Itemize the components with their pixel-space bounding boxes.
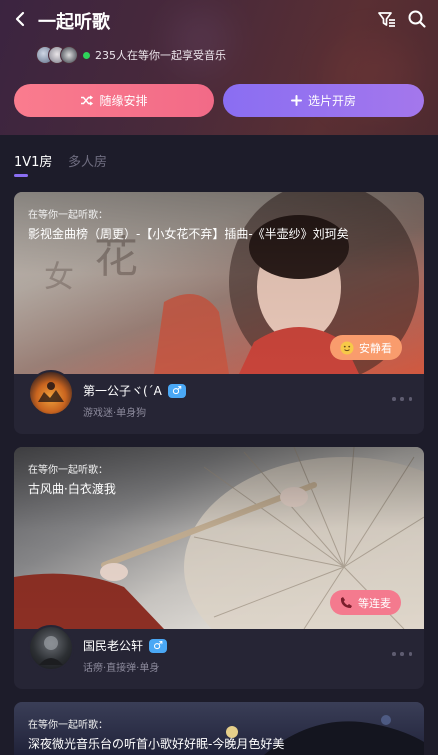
smile-emoji-icon [340,341,354,355]
room-card[interactable]: 在等你一起听歌： 古风曲·白衣渡我 等连麦 国民老公轩 ♂ 话痨·直接弹·单身 [14,447,424,689]
waiting-label: 在等你一起听歌： [28,210,108,221]
search-icon [408,10,426,28]
search-button[interactable] [406,8,428,30]
online-indicator [83,51,90,59]
waiting-label: 在等你一起听歌： [28,720,108,731]
host-tags: 游戏迷·单身狗 [83,408,147,419]
status-badge: 安静看 [330,335,402,360]
filter-icon [378,12,395,27]
top-bar: 一起听歌 [0,0,438,40]
song-title: 深夜微光音乐台の听首小歌好好眠-今晚月色好美 [28,737,285,751]
room-cover-image: 在等你一起听歌： 古风曲·白衣渡我 等连麦 [14,447,424,629]
plus-icon [290,95,302,106]
filter-button[interactable] [377,9,397,29]
avatar [60,46,78,64]
chevron-left-icon [15,11,25,27]
tab-1v1[interactable]: 1V1房 [14,151,52,170]
more-options-button[interactable] [392,649,412,659]
room-cover-image: 在等你一起听歌： 深夜微光音乐台の听首小歌好好眠-今晚月色好美 [14,702,424,755]
header-banner: 一起听歌 235人在等你一起享受音乐 随缘安排 选片开房 [0,0,438,135]
host-info: 国民老公轩 ♂ 话痨·直接弹·单身 [14,625,424,689]
avatar[interactable] [28,625,74,671]
host-tags: 话痨·直接弹·单身 [83,663,160,674]
room-card[interactable]: 在等你一起听歌： 深夜微光音乐台の听首小歌好好眠-今晚月色好美 [14,702,424,755]
listeners-count: 235人在等你一起享受音乐 [95,49,226,62]
room-card[interactable]: 花 女 在等你一起听歌： 影视金曲榜（周更）-【小女花不弃】插曲-《半壶纱》刘珂… [14,192,424,434]
more-options-button[interactable] [392,394,412,404]
more-dots-icon [392,652,396,656]
random-match-label: 随缘安排 [99,94,148,108]
back-button[interactable] [10,8,32,30]
song-title: 影视金曲榜（周更）-【小女花不弃】插曲-《半壶纱》刘珂矣 [28,227,349,241]
host-name: 第一公子ヾ(´A ♂ [83,382,186,399]
more-dots-icon [392,397,396,401]
status-badge: 等连麦 [330,590,401,615]
male-gender-icon: ♂ [149,638,168,653]
listener-avatars [36,46,80,64]
male-gender-icon: ♂ [167,383,186,398]
host-name: 国民老公轩 ♂ [83,637,168,654]
shuffle-icon [80,94,94,107]
create-room-button[interactable]: 选片开房 [223,84,424,117]
waiting-label: 在等你一起听歌： [28,465,108,476]
phone-icon [340,596,353,609]
tab-multi-person[interactable]: 多人房 [68,151,107,170]
host-info: 第一公子ヾ(´A ♂ 游戏迷·单身狗 [14,370,424,434]
status-label: 安静看 [359,341,392,355]
host-name-text: 第一公子ヾ(´A [83,384,162,398]
host-name-text: 国民老公轩 [83,639,144,653]
active-tab-indicator [14,174,28,177]
status-label: 等连麦 [358,596,391,610]
song-title: 古风曲·白衣渡我 [28,482,116,496]
room-type-tabs: 1V1房 多人房 [0,135,438,180]
create-room-label: 选片开房 [307,94,356,108]
listeners-row: 235人在等你一起享受音乐 [36,45,226,65]
page-title: 一起听歌 [38,12,110,33]
room-cover-image: 花 女 在等你一起听歌： 影视金曲榜（周更）-【小女花不弃】插曲-《半壶纱》刘珂… [14,192,424,374]
avatar[interactable] [28,370,74,416]
random-match-button[interactable]: 随缘安排 [14,84,214,117]
